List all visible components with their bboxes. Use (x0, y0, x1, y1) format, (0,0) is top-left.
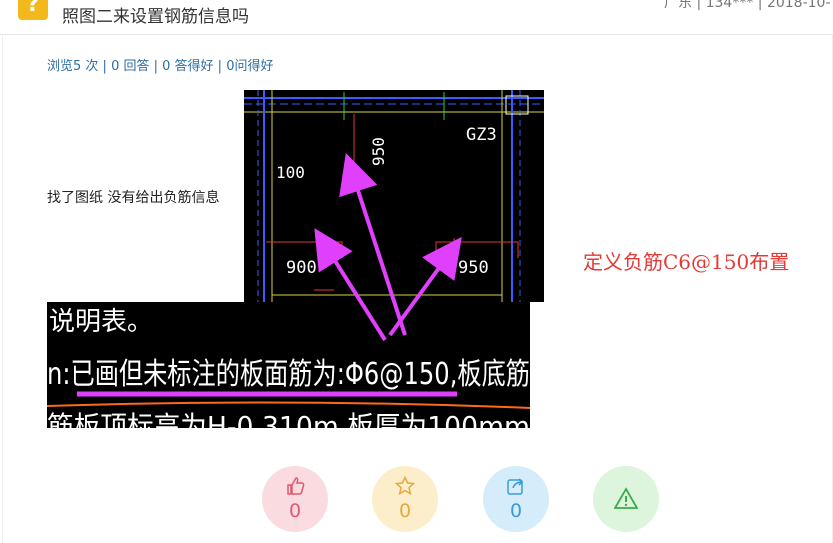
favorite-count: 0 (398, 500, 412, 522)
arrow-left (314, 228, 387, 342)
share-icon (507, 478, 524, 495)
thumbs-up-icon (287, 477, 305, 495)
arrow-right (388, 236, 462, 337)
share-count: 0 (509, 500, 523, 522)
report-button[interactable] (593, 466, 659, 532)
favorite-button[interactable]: 0 (372, 466, 438, 532)
star-icon (395, 476, 415, 496)
share-button[interactable]: 0 (483, 466, 549, 532)
annotation-text: 定义负筋C6@150布置 (583, 250, 790, 274)
warning-icon (614, 487, 638, 509)
like-button[interactable]: 0 (262, 466, 328, 532)
like-count: 0 (288, 500, 302, 522)
arrow-up (339, 152, 407, 336)
